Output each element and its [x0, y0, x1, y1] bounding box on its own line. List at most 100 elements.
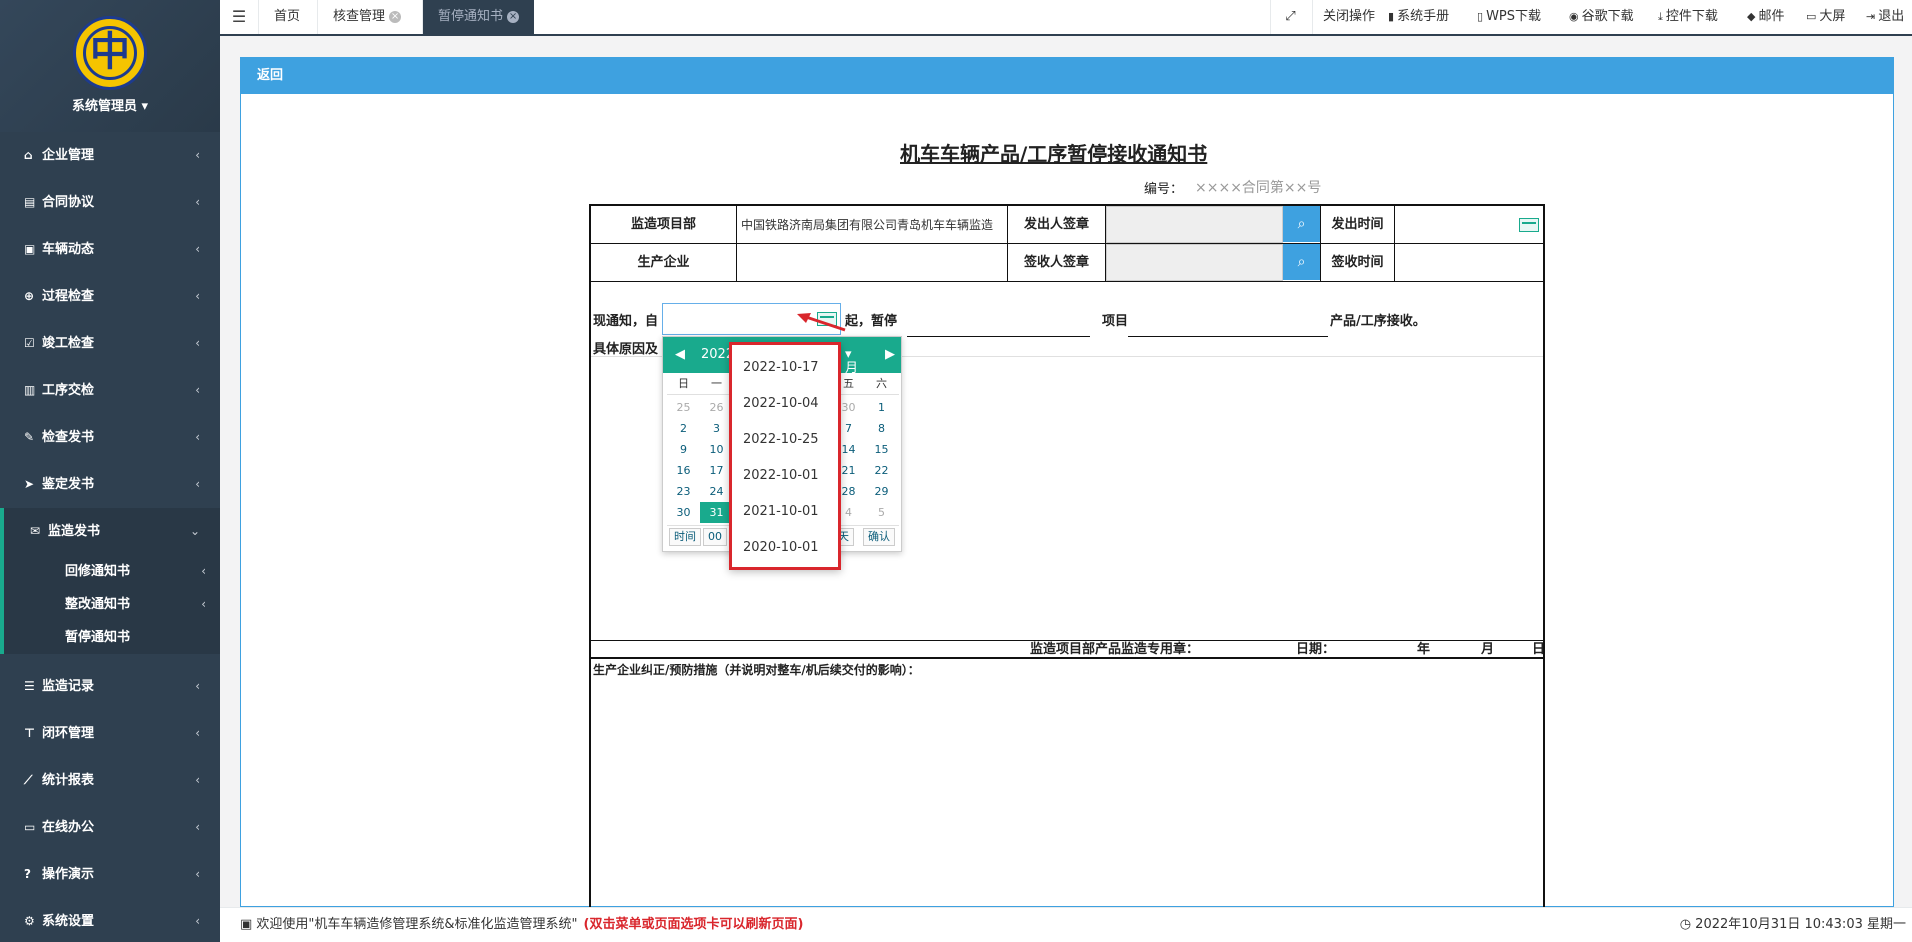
red-annotation-arrow-icon	[797, 313, 846, 332]
train-icon: ▣	[24, 242, 36, 256]
system-manual-link[interactable]: ▮ 系统手册	[1388, 0, 1449, 34]
month-selector[interactable]: 月 ▾	[845, 347, 858, 376]
sidebar-item-vehicle[interactable]: ▣ 车辆动态 ‹	[0, 226, 220, 273]
calendar-icon[interactable]	[1519, 218, 1539, 232]
confirm-button[interactable]: 确认	[863, 528, 895, 546]
home-icon: ⌂	[24, 148, 33, 162]
line-chart-icon: ⟋	[24, 773, 33, 787]
history-option[interactable]: 2020-10-01	[743, 540, 819, 555]
document-number-label: 编号：	[1144, 182, 1184, 197]
receiver-signature-input[interactable]	[1106, 244, 1283, 281]
close-operations-button[interactable]: 关闭操作	[1312, 0, 1385, 34]
close-tab-icon[interactable]: ×	[389, 10, 402, 23]
chrome-download-link[interactable]: ◉ 谷歌下载	[1569, 0, 1634, 34]
sidebar: 中 系统管理员 ▾ ⌂ 企业管理 ‹ ▤ 合同协议 ‹ ▣ 车辆动态 ‹ ⊕ 过程检查 ‹ ☑ 竣…	[0, 0, 220, 942]
prev-month-icon[interactable]: ◀	[675, 347, 685, 362]
sidebar-subitem-rectify-notice[interactable]: 整改通知书 ‹	[4, 588, 220, 621]
sidebar-item-settings[interactable]: ⚙ 系统设置 ‹	[0, 898, 220, 942]
sidebar-item-enterprise[interactable]: ⌂ 企业管理 ‹	[0, 132, 220, 179]
suspend-field-underline[interactable]	[907, 336, 1090, 337]
company-logo: 中	[73, 16, 147, 90]
calendar-day[interactable]: 22	[865, 460, 898, 481]
book-icon: ▮	[1388, 10, 1395, 23]
sidebar-item-process-handover[interactable]: ▥ 工序交检 ‹	[0, 367, 220, 414]
sign-out-icon: ⇥	[1866, 10, 1876, 23]
chevron-down-icon: ⌄	[189, 524, 200, 538]
document-title: 机车车辆产品/工序暂停接收通知书	[900, 142, 1208, 166]
hour-input[interactable]: 00	[703, 528, 727, 546]
user-role-dropdown[interactable]: 系统管理员 ▾	[0, 95, 220, 114]
calendar-day[interactable]: 1	[865, 397, 898, 418]
sidebar-item-completion-check[interactable]: ☑ 竣工检查 ‹	[0, 320, 220, 367]
receive-time-label: 签收时间	[1321, 244, 1395, 282]
sidebar-menu: ⌂ 企业管理 ‹ ▤ 合同协议 ‹ ▣ 车辆动态 ‹ ⊕ 过程检查 ‹ ☑ 竣工检查 ‹ ▥ 工序交检…	[0, 132, 220, 555]
calendar-day[interactable]: 23	[667, 481, 700, 502]
chevron-left-icon: ‹	[195, 679, 200, 693]
sidebar-menu-lower: ☰ 监造记录 ‹ ⊤ 闭环管理 ‹ ⟋ 统计报表 ‹ ▭ 在线办公 ‹ ? 操作演示 ‹ ⚙ 系统设置…	[0, 663, 220, 942]
calendar-day[interactable]: 2	[667, 418, 700, 439]
calendar-day[interactable]: 9	[667, 439, 700, 460]
receive-time-field[interactable]	[1395, 244, 1543, 282]
sidebar-item-statistics[interactable]: ⟋ 统计报表 ‹	[0, 757, 220, 804]
logout-link[interactable]: ⇥ 退出	[1866, 0, 1904, 34]
close-tab-icon[interactable]: ×	[507, 10, 520, 23]
sidebar-item-inspection-notice[interactable]: ✎ 检查发书 ‹	[0, 414, 220, 461]
sidebar-item-contract[interactable]: ▤ 合同协议 ‹	[0, 179, 220, 226]
calendar-day[interactable]: 29	[865, 481, 898, 502]
time-button[interactable]: 时间	[669, 528, 701, 546]
calendar-day[interactable]: 8	[865, 418, 898, 439]
tab-home[interactable]: 首页	[258, 0, 315, 34]
sidebar-item-online-office[interactable]: ▭ 在线办公 ‹	[0, 804, 220, 851]
history-option[interactable]: 2021-10-01	[743, 504, 819, 519]
file-icon: ▤	[24, 195, 36, 209]
big-screen-link[interactable]: ▭ 大屏	[1806, 0, 1845, 34]
next-month-icon[interactable]: ▶	[885, 347, 895, 362]
history-option[interactable]: 2022-10-01	[743, 468, 819, 483]
back-button[interactable]: 返回	[257, 68, 283, 83]
calendar-day[interactable]: 15	[865, 439, 898, 460]
history-option[interactable]: 2022-10-04	[743, 396, 819, 411]
menu-icon: ☰	[231, 7, 247, 26]
gear-icon: ⚙	[24, 914, 35, 928]
wps-download-link[interactable]: ▯ WPS下载	[1477, 0, 1541, 34]
chevron-left-icon: ‹	[195, 430, 200, 444]
calendar-day[interactable]: 16	[667, 460, 700, 481]
sidebar-item-process-check[interactable]: ⊕ 过程检查 ‹	[0, 273, 220, 320]
sidebar-item-appraisal-notice[interactable]: ➤ 鉴定发书 ‹	[0, 461, 220, 508]
chevron-left-icon: ‹	[195, 773, 200, 787]
calendar-day[interactable]: 25	[667, 397, 700, 418]
sender-signature-input[interactable]	[1106, 206, 1283, 243]
sidebar-item-closed-loop[interactable]: ⊤ 闭环管理 ‹	[0, 710, 220, 757]
fullscreen-button[interactable]: ⤢	[1270, 0, 1310, 34]
sidebar-subitem-repair-notice[interactable]: 回修通知书 ‹	[4, 555, 220, 588]
history-option[interactable]: 2022-10-17	[743, 360, 819, 375]
stamp-line-label: 监造项目部产品监造专用章：	[1030, 642, 1200, 657]
chevron-left-icon: ‹	[195, 820, 200, 834]
clock-icon: ◷	[1679, 917, 1696, 932]
menu-toggle-button[interactable]: ☰	[220, 0, 258, 34]
plugin-download-link[interactable]: ⤓ 控件下载	[1658, 0, 1718, 34]
send-time-field[interactable]	[1395, 206, 1543, 244]
sidebar-item-supervision-record[interactable]: ☰ 监造记录 ‹	[0, 663, 220, 710]
history-option[interactable]: 2022-10-25	[743, 432, 819, 447]
production-company-value	[737, 244, 1008, 282]
year-label: 年	[1417, 642, 1431, 657]
tab-suspend-notice[interactable]: 暂停通知书 ×	[422, 0, 535, 34]
item-field-underline[interactable]	[1128, 336, 1328, 337]
search-plus-icon: ⊕	[24, 289, 35, 303]
check-square-icon: ☑	[24, 336, 35, 350]
tab-inspection-mgmt[interactable]: 核查管理 ×	[317, 0, 416, 34]
date-history-dropdown: 2022-10-17 2022-10-04 2022-10-25 2022-10…	[729, 342, 841, 570]
sender-signature-cell: ⌕	[1106, 206, 1321, 244]
receiver-search-button[interactable]: ⌕	[1283, 244, 1320, 280]
sender-search-button[interactable]: ⌕	[1283, 206, 1320, 242]
calendar-day[interactable]: 5	[865, 502, 898, 523]
production-company-label: 生产企业	[591, 244, 737, 282]
sidebar-subitem-suspend-notice[interactable]: 暂停通知书	[4, 621, 220, 654]
weekday-label: 日	[678, 377, 689, 390]
sidebar-item-supervision-notice[interactable]: ✉ 监造发书 ⌄	[0, 508, 220, 555]
calendar-day[interactable]: 30	[667, 502, 700, 523]
sidebar-item-demo[interactable]: ? 操作演示 ‹	[0, 851, 220, 898]
notice-prefix-text: 现通知，自	[593, 314, 659, 329]
mail-link[interactable]: ◆ 邮件	[1747, 0, 1784, 34]
